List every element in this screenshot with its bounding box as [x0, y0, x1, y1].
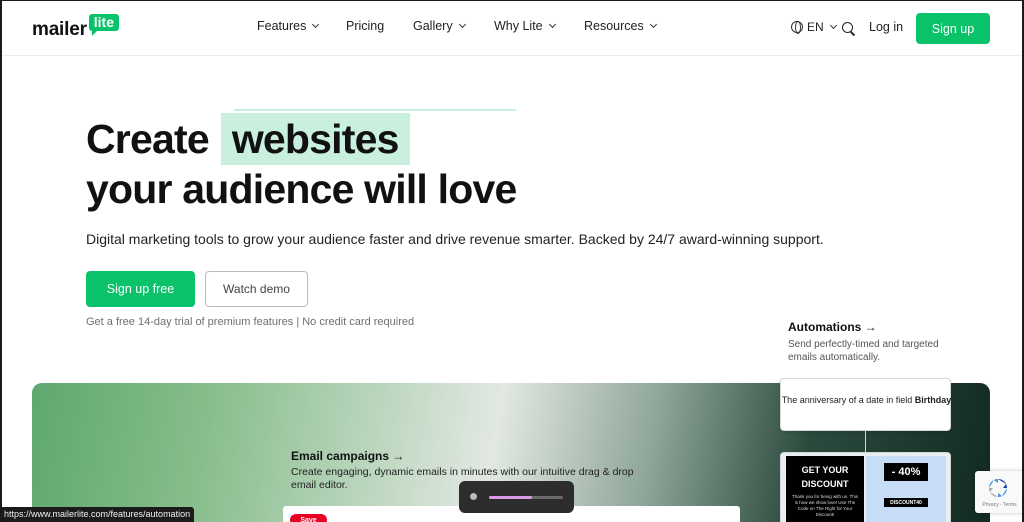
- promo-discount-block: GET YOUR DISCOUNT Thank you for being wi…: [786, 456, 864, 522]
- language-code: EN: [807, 20, 824, 34]
- globe-icon: [791, 21, 803, 34]
- video-progress-track[interactable]: [489, 496, 563, 499]
- nav-item-label: Features: [257, 19, 307, 33]
- promo-headline: GET YOUR DISCOUNT: [786, 463, 864, 491]
- nav-item-why-lite[interactable]: Why Lite: [494, 19, 556, 33]
- trigger-text: The anniversary of a date in field Birth…: [781, 395, 952, 406]
- automations-link[interactable]: Automations →: [788, 320, 877, 334]
- recaptcha-links: Privacy - Terms: [982, 502, 1017, 508]
- automation-trigger-card: The anniversary of a date in field Birth…: [780, 378, 951, 431]
- trigger-description: The anniversary of a date in field: [781, 395, 913, 405]
- watch-demo-button[interactable]: Watch demo: [205, 271, 308, 307]
- promo-headline-1: GET YOUR: [801, 465, 849, 475]
- chevron-down-icon: [649, 20, 657, 29]
- trigger-field: Birthday: [914, 395, 952, 405]
- chevron-down-icon: [458, 20, 466, 29]
- headline-prefix: Create: [86, 115, 210, 162]
- recaptcha-badge[interactable]: Privacy - Terms: [975, 471, 1024, 513]
- promo-fine-print: Thank you for being with us. This is how…: [792, 494, 858, 517]
- email-campaigns-link[interactable]: Email campaigns →: [291, 449, 404, 463]
- automations-description: Send perfectly-timed and targeted emails…: [788, 339, 939, 363]
- nav-item-features[interactable]: Features: [257, 19, 320, 33]
- workflow-connector: [865, 431, 866, 452]
- nav-item-gallery[interactable]: Gallery: [413, 19, 466, 33]
- headline-highlight: websites: [220, 113, 410, 165]
- chevron-down-icon: [312, 20, 320, 29]
- nav-item-pricing[interactable]: Pricing: [346, 19, 384, 33]
- hero-headline-line2: your audience will love: [86, 166, 517, 212]
- link-status-bar: https://www.mailerlite.com/features/auto…: [0, 507, 195, 522]
- search-icon[interactable]: [842, 22, 853, 33]
- promo-code: DISCOUNT40: [884, 498, 928, 507]
- recaptcha-icon: [989, 479, 1007, 497]
- nav-item-label: Why Lite: [494, 19, 543, 33]
- promo-percent: - 40%: [884, 463, 928, 481]
- signup-free-button[interactable]: Sign up free: [86, 271, 195, 307]
- language-selector[interactable]: EN: [791, 20, 837, 34]
- brightness-icon: [470, 493, 477, 500]
- hero-subtitle: Digital marketing tools to grow your aud…: [86, 231, 824, 247]
- nav-item-label: Gallery: [413, 19, 453, 33]
- promo-headline-2: DISCOUNT: [801, 479, 849, 489]
- hero-headline-line1: Create websites: [86, 113, 410, 165]
- video-control-bar[interactable]: [459, 481, 574, 513]
- pinterest-save-button[interactable]: Save: [290, 514, 327, 522]
- nav-item-label: Resources: [584, 19, 644, 33]
- login-link[interactable]: Log in: [869, 20, 903, 34]
- video-progress-fill: [489, 496, 532, 499]
- chevron-down-icon: [829, 21, 837, 30]
- highlight-accent: [234, 109, 516, 111]
- nav-item-resources[interactable]: Resources: [584, 19, 657, 33]
- nav-item-label: Pricing: [346, 19, 385, 33]
- chevron-down-icon: [548, 20, 556, 29]
- promo-percent-block: - 40% DISCOUNT40: [866, 456, 946, 522]
- site-header: mailer lite Features Pricing Gallery Why…: [0, 0, 1024, 56]
- signup-button[interactable]: Sign up: [916, 13, 990, 44]
- trial-note: Get a free 14-day trial of premium featu…: [86, 316, 415, 328]
